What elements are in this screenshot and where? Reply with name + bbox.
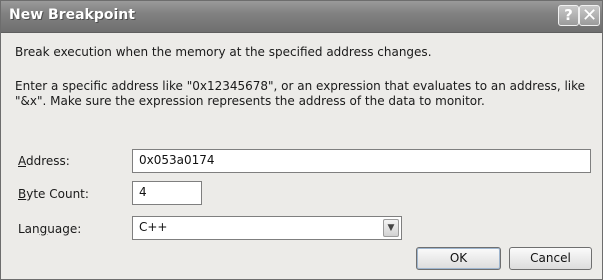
title-bar[interactable]: New Breakpoint ? ✕: [1, 1, 602, 33]
language-selected-value: C++: [139, 220, 168, 234]
language-select[interactable]: C++ ▼: [132, 216, 402, 240]
close-icon: ✕: [581, 5, 598, 26]
chevron-down-icon[interactable]: ▼: [383, 219, 399, 237]
instruction-text-line1: Enter a specific address like "0x1234567…: [15, 79, 586, 93]
cancel-button[interactable]: Cancel: [509, 247, 592, 270]
byte-count-label: Byte Count:: [18, 187, 89, 201]
ok-button[interactable]: OK: [416, 247, 501, 270]
close-button[interactable]: ✕: [579, 5, 600, 26]
instruction-text-line2: "&x". Make sure the expression represent…: [15, 94, 485, 108]
new-breakpoint-dialog: New Breakpoint ? ✕ Break execution when …: [0, 0, 603, 280]
byte-count-input[interactable]: 4: [132, 181, 202, 205]
dialog-title: New Breakpoint: [9, 7, 135, 23]
address-input[interactable]: 0x053a0174: [132, 149, 591, 173]
help-icon: ?: [564, 6, 573, 24]
description-text: Break execution when the memory at the s…: [15, 45, 432, 59]
address-label: Address:: [18, 154, 70, 168]
language-label: Language:: [18, 222, 82, 236]
help-button[interactable]: ?: [558, 5, 579, 26]
